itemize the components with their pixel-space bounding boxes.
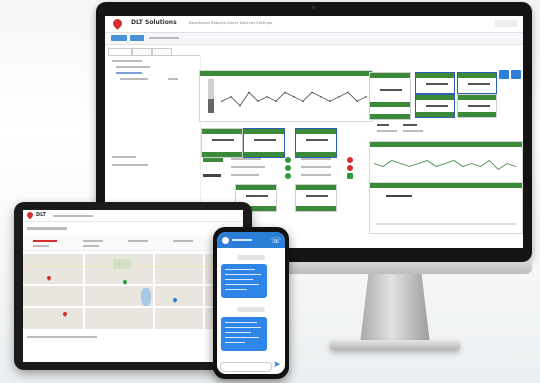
camera-dot	[312, 6, 315, 9]
status-alarm-icon	[347, 165, 353, 171]
tab-alerts[interactable]	[152, 48, 172, 55]
gauge-fill	[208, 99, 214, 113]
tab-devices[interactable]	[108, 48, 132, 55]
device-tree	[108, 56, 201, 206]
tile-sensor-3[interactable]	[295, 128, 337, 158]
trend-point	[221, 100, 223, 102]
main-menu[interactable]: Dashboard Reports Alerts Devices Setting…	[189, 21, 272, 25]
status-ok-icon	[285, 173, 291, 179]
history-panel	[369, 141, 523, 183]
status-ok-icon	[285, 157, 291, 163]
tile-pressure[interactable]	[415, 72, 455, 94]
tree-item[interactable]	[112, 60, 142, 62]
chat-header: ☏	[217, 232, 285, 248]
monitor-stand	[360, 274, 430, 344]
stats-bar	[23, 236, 243, 251]
trend-point	[365, 96, 367, 98]
tree-item[interactable]	[112, 156, 136, 158]
trend-point	[230, 96, 232, 98]
phone-icon[interactable]: ☏	[271, 236, 281, 245]
trend-point	[239, 104, 241, 107]
tile-temperature[interactable]	[369, 72, 411, 120]
trend-point	[248, 91, 250, 94]
trend-line	[373, 159, 517, 171]
trend-chart-panel	[199, 70, 373, 122]
tree-item[interactable]	[120, 78, 148, 80]
toolbar-button[interactable]	[130, 35, 144, 41]
tablet-screen: DLT	[23, 210, 243, 362]
tab-groups[interactable]	[132, 48, 152, 55]
value-row	[373, 122, 443, 136]
toolbar-button[interactable]	[111, 35, 127, 41]
tablet-title: DLT	[36, 212, 46, 218]
phone-screen: ☏ ➤	[217, 232, 285, 374]
phone-frame: ☏ ➤	[213, 227, 289, 379]
tree-item[interactable]	[112, 164, 148, 166]
tree-count	[168, 78, 178, 80]
user-menu[interactable]	[495, 20, 517, 27]
trend-point	[257, 100, 259, 102]
tile-sensor-2[interactable]	[243, 128, 285, 158]
trend-point	[302, 100, 304, 102]
side-tabs	[108, 48, 200, 56]
date-chip	[237, 255, 265, 260]
date-chip	[237, 307, 265, 312]
trend-chart	[221, 91, 367, 107]
breadcrumb	[149, 37, 179, 39]
wrench-icon[interactable]	[499, 70, 509, 79]
send-icon[interactable]: ➤	[273, 360, 281, 370]
top-nav: DLT Solutions Dashboard Reports Alerts D…	[105, 16, 523, 33]
event-panel	[369, 182, 523, 234]
avatar	[222, 237, 229, 244]
trend-point	[311, 91, 313, 94]
tablet-heading	[27, 227, 67, 230]
sub-toolbar	[105, 33, 523, 45]
history-chart	[373, 159, 517, 171]
tile-flow[interactable]	[415, 94, 455, 118]
map-pin-icon[interactable]	[62, 311, 68, 317]
trend-point	[356, 100, 358, 102]
tile-level[interactable]	[457, 72, 497, 94]
tree-item[interactable]	[116, 66, 150, 68]
park	[113, 259, 131, 269]
map-pin-icon[interactable]	[46, 275, 52, 281]
monitor-base	[330, 340, 460, 350]
expand-icon[interactable]	[511, 70, 521, 79]
trend-point	[347, 91, 349, 94]
trend-point	[329, 100, 331, 102]
trend-point	[275, 100, 277, 102]
message-bubble	[221, 264, 267, 298]
message-input[interactable]	[220, 362, 272, 372]
trend-point	[284, 91, 286, 94]
message-bubble	[221, 317, 267, 351]
brand-title: DLT Solutions	[131, 19, 177, 26]
level-gauge	[208, 79, 214, 113]
lake	[141, 288, 151, 306]
trend-point	[266, 96, 268, 98]
trend-point	[338, 96, 340, 98]
tile-sensor-5[interactable]	[295, 184, 337, 212]
status-ok-icon	[347, 173, 353, 179]
tablet-nav: DLT	[23, 210, 243, 222]
trend-point	[320, 96, 322, 98]
status-list	[201, 156, 361, 196]
logo-pin-icon	[25, 210, 35, 220]
contact-name	[232, 239, 252, 241]
map-pin-icon[interactable]	[172, 297, 178, 303]
map-view[interactable]	[23, 254, 243, 329]
tree-item[interactable]	[116, 72, 142, 74]
footer-text	[27, 336, 97, 338]
tile-sensor-1[interactable]	[201, 128, 243, 158]
status-ok-icon	[285, 165, 291, 171]
status-alarm-icon	[347, 157, 353, 163]
trend-line	[221, 91, 367, 107]
trend-point	[293, 96, 295, 98]
logo-pin-icon	[111, 17, 124, 30]
panel-header	[200, 71, 372, 76]
tile-humidity[interactable]	[457, 94, 497, 118]
